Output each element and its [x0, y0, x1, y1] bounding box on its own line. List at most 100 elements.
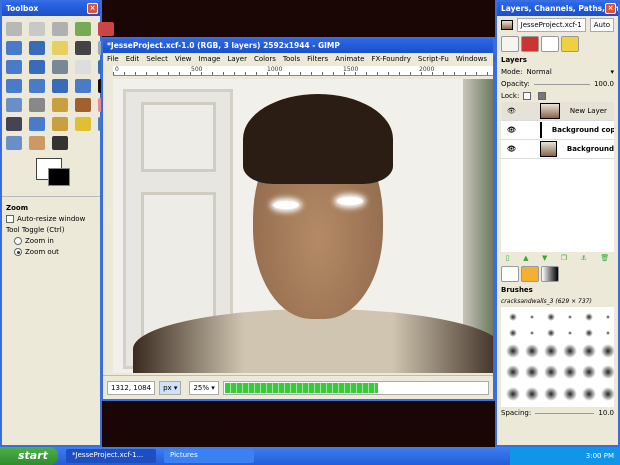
layer-row[interactable]: 👁 Background — [501, 140, 614, 159]
brush-preset[interactable] — [582, 343, 596, 358]
tool-button[interactable] — [52, 22, 68, 36]
tab-paths[interactable] — [541, 36, 559, 52]
toolbox-titlebar[interactable]: Toolbox × — [2, 2, 100, 16]
taskbar-pictures[interactable]: Pictures — [164, 449, 254, 463]
brush-preset[interactable] — [525, 386, 539, 401]
opacity-row[interactable]: Opacity: 100.0 — [497, 78, 618, 90]
dock-titlebar[interactable]: Layers, Channels, Paths, Undo × — [497, 2, 618, 16]
brush-preset[interactable] — [509, 313, 517, 322]
menu-view[interactable]: View — [175, 55, 192, 64]
brush-preset[interactable] — [601, 365, 614, 380]
zoom-in-radio[interactable]: Zoom in — [6, 237, 96, 245]
brush-preset[interactable] — [530, 315, 534, 320]
auto-button[interactable]: Auto — [589, 18, 614, 32]
tool-button[interactable] — [75, 79, 91, 93]
tab-layers[interactable] — [501, 36, 519, 52]
brush-preset[interactable] — [585, 328, 593, 337]
tool-button[interactable] — [75, 41, 91, 55]
brush-preset[interactable] — [601, 343, 614, 358]
tool-button[interactable] — [52, 98, 68, 112]
tool-button[interactable] — [75, 117, 91, 131]
tool-button[interactable] — [29, 98, 45, 112]
tab-patterns[interactable] — [521, 266, 539, 282]
tool-button[interactable] — [29, 41, 45, 55]
start-button[interactable]: start — [0, 447, 58, 465]
spacing-row[interactable]: Spacing: 10.0 — [497, 407, 618, 419]
tool-button[interactable] — [6, 79, 22, 93]
menu-filters[interactable]: Filters — [307, 55, 328, 64]
menu-tools[interactable]: Tools — [283, 55, 300, 64]
tab-gradients[interactable] — [541, 266, 559, 282]
tool-button[interactable] — [75, 98, 91, 112]
eye-icon[interactable]: 👁 — [507, 107, 516, 115]
menu-select[interactable]: Select — [146, 55, 168, 64]
brush-preset[interactable] — [582, 365, 596, 380]
tab-channels[interactable] — [521, 36, 539, 52]
tool-button[interactable] — [6, 98, 22, 112]
raise-layer-icon[interactable]: ▲ — [523, 254, 528, 262]
tool-button[interactable] — [6, 117, 22, 131]
tool-button[interactable] — [29, 136, 45, 150]
duplicate-layer-icon[interactable]: ❐ — [561, 254, 567, 262]
brush-preset[interactable] — [530, 330, 534, 335]
mode-row[interactable]: Mode: Normal ▾ — [497, 66, 618, 78]
close-button[interactable]: × — [87, 3, 98, 14]
brush-preset[interactable] — [563, 386, 577, 401]
tool-button[interactable] — [6, 22, 22, 36]
tool-button[interactable] — [6, 136, 22, 150]
tool-button[interactable] — [29, 60, 45, 74]
background-color[interactable] — [48, 168, 70, 186]
brush-preset[interactable] — [585, 313, 593, 322]
brush-preset[interactable] — [544, 365, 558, 380]
lock-pixels-checkbox[interactable] — [523, 92, 532, 100]
menu-script-fu[interactable]: Script-Fu — [418, 55, 449, 64]
image-canvas[interactable] — [113, 79, 493, 373]
new-layer-icon[interactable]: ▯ — [506, 254, 510, 262]
unit-select[interactable]: px ▾ — [159, 380, 182, 395]
brush-preset[interactable] — [506, 386, 520, 401]
brush-preset[interactable] — [525, 343, 539, 358]
tool-button[interactable] — [75, 60, 91, 74]
brush-preset[interactable] — [568, 330, 572, 335]
eye-icon[interactable]: 👁 — [507, 126, 516, 134]
tool-button[interactable] — [29, 22, 45, 36]
taskbar-gimp[interactable]: *JesseProject.xcf-1... — [66, 449, 156, 463]
tool-button[interactable] — [52, 41, 68, 55]
tool-button[interactable] — [52, 79, 68, 93]
eye-icon[interactable]: 👁 — [507, 145, 516, 153]
brush-preset[interactable] — [568, 315, 572, 320]
menu-layer[interactable]: Layer — [227, 55, 247, 64]
menu-colors[interactable]: Colors — [254, 55, 276, 64]
brush-preset[interactable] — [506, 365, 520, 380]
tool-button[interactable] — [6, 60, 22, 74]
tool-button[interactable] — [29, 79, 45, 93]
anchor-layer-icon[interactable]: ⚓ — [581, 254, 587, 262]
tab-brushes[interactable] — [501, 266, 519, 282]
image-selector[interactable]: JesseProject.xcf-1 Auto — [497, 16, 618, 34]
brush-preset[interactable] — [547, 313, 555, 322]
menu-windows[interactable]: Windows — [456, 55, 487, 64]
tool-button[interactable] — [29, 117, 45, 131]
menu-animate[interactable]: Animate — [335, 55, 364, 64]
zoom-out-radio[interactable]: Zoom out — [6, 248, 96, 256]
layer-row[interactable]: 👁 Background copy — [501, 121, 614, 140]
brush-preset[interactable] — [606, 315, 610, 320]
tool-button[interactable] — [75, 22, 91, 36]
tab-undo[interactable] — [561, 36, 579, 52]
brush-preset[interactable] — [544, 343, 558, 358]
brush-preset[interactable] — [547, 328, 555, 337]
brush-preset[interactable] — [525, 365, 539, 380]
brush-preset[interactable] — [606, 330, 610, 335]
tool-button[interactable] — [52, 136, 68, 150]
image-titlebar[interactable]: *JesseProject.xcf-1.0 (RGB, 3 layers) 25… — [103, 39, 493, 53]
menu-fx-foundry[interactable]: FX-Foundry — [372, 55, 411, 64]
tool-button[interactable] — [6, 41, 22, 55]
brush-preset[interactable] — [544, 386, 558, 401]
zoom-select[interactable]: 25% ▾ — [189, 380, 219, 395]
brush-preset[interactable] — [563, 365, 577, 380]
brush-preset[interactable] — [509, 328, 517, 337]
auto-resize-checkbox[interactable]: Auto-resize window — [6, 215, 96, 223]
menu-image[interactable]: Image — [199, 55, 221, 64]
brush-preset[interactable] — [582, 386, 596, 401]
color-swatches[interactable] — [2, 158, 100, 192]
